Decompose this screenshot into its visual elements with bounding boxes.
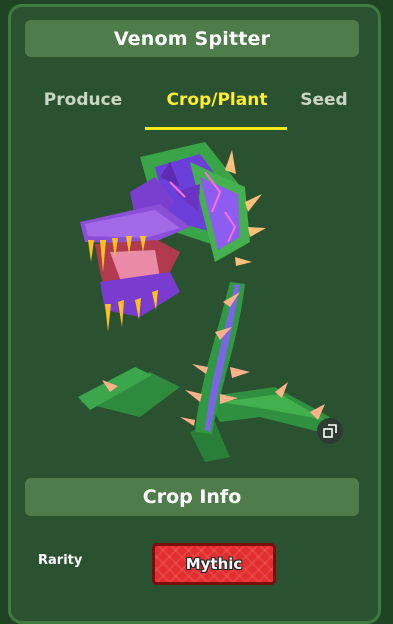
plant-preview[interactable] <box>40 132 360 472</box>
section-title: Crop Info <box>142 486 242 508</box>
tab-seed[interactable]: Seed <box>293 90 355 130</box>
tab-crop-plant[interactable]: Crop/Plant <box>147 90 287 130</box>
active-tab-indicator <box>145 127 287 130</box>
tab-bar: Produce Crop/Plant Seed <box>25 90 359 130</box>
page-title: Venom Spitter <box>113 27 271 50</box>
tab-produce[interactable]: Produce <box>33 90 133 130</box>
expand-icon <box>323 424 337 438</box>
rarity-label: Rarity <box>38 553 83 568</box>
venom-spitter-plant-image <box>78 142 330 462</box>
rarity-value: Mythic <box>185 555 243 573</box>
rarity-badge: Mythic <box>152 543 276 585</box>
crop-info-header: Crop Info <box>25 478 359 516</box>
title-bar: Venom Spitter <box>25 20 359 57</box>
expand-view-button[interactable] <box>317 418 343 444</box>
